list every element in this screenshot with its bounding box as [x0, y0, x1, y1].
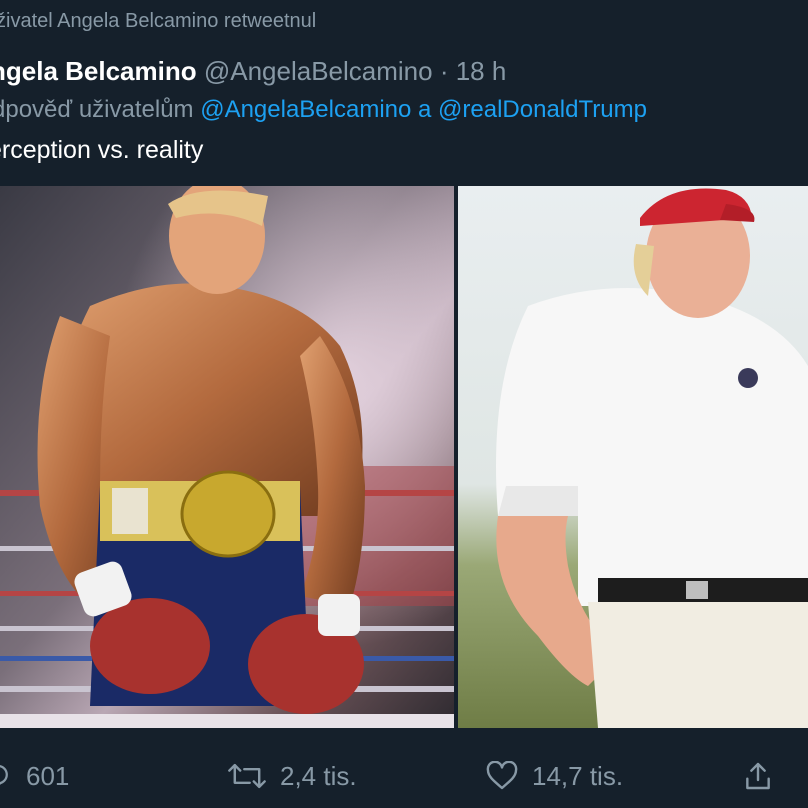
share-action[interactable] [742, 756, 774, 796]
retweet-icon [228, 763, 266, 789]
tweet-timestamp[interactable]: 18 h [456, 56, 507, 86]
share-icon [746, 762, 770, 790]
golfer-image [458, 186, 808, 728]
author-display-name[interactable]: ngela Belcamino [0, 56, 197, 86]
author-handle[interactable]: @AngelaBelcamino [204, 56, 433, 86]
reply-mention-angela[interactable]: @AngelaBelcamino [200, 96, 411, 123]
reply-conjunction: a [411, 96, 439, 123]
photo-perception[interactable] [0, 186, 454, 728]
retweet-notice[interactable]: živatel Angela Belcamino retweetnul [0, 10, 316, 33]
like-action[interactable]: 14,7 tis. [486, 756, 623, 796]
photo-reality[interactable] [458, 186, 808, 728]
tweet-text: erception vs. reality [0, 136, 204, 164]
reply-context: dpověď uživatelům @AngelaBelcamino a @re… [0, 96, 647, 124]
reply-mention-trump[interactable]: @realDonaldTrump [438, 96, 647, 123]
like-count: 14,7 tis. [532, 760, 624, 791]
reply-action[interactable]: 601 [0, 756, 69, 796]
separator-dot: · [432, 56, 456, 86]
tweet-media [0, 186, 808, 728]
reply-prefix: dpověď uživatelům [0, 96, 201, 123]
reply-icon [0, 764, 8, 785]
tweet-header: ngela Belcamino @AngelaBelcamino · 18 h [0, 56, 506, 87]
heart-icon [486, 761, 518, 790]
boxer-image [0, 186, 454, 728]
reply-count: 601 [26, 760, 70, 791]
retweet-count: 2,4 tis. [280, 760, 357, 791]
tweet-actions: 601 2,4 tis. 14,7 tis. [0, 756, 808, 796]
retweet-action[interactable]: 2,4 tis. [228, 756, 357, 796]
